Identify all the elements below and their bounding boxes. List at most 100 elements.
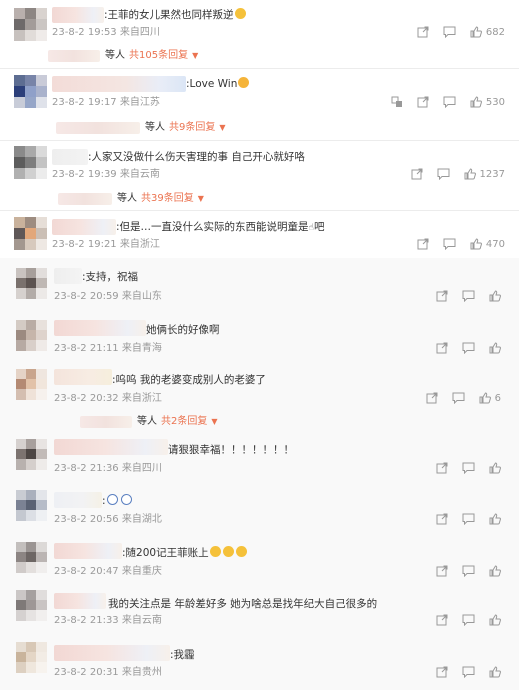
view-replies-link[interactable]: 共9条回复	[169, 121, 215, 135]
share-button[interactable]	[411, 168, 423, 180]
username-blurred[interactable]	[54, 268, 82, 284]
dropdown-caret-icon: ▼	[211, 417, 218, 426]
like-icon	[489, 565, 501, 577]
username-blurred[interactable]	[54, 320, 146, 336]
share-icon	[436, 614, 448, 626]
face-emoji-icon	[120, 494, 132, 505]
comment-button[interactable]	[462, 290, 475, 302]
share-button[interactable]	[436, 565, 448, 577]
comment-button[interactable]	[462, 565, 475, 577]
reply-summary: 等人 共9条回复 ▼	[56, 121, 226, 135]
divider	[0, 210, 519, 211]
face-emoji-icon	[106, 494, 118, 505]
share-button[interactable]	[436, 614, 448, 626]
avatar[interactable]	[16, 268, 47, 299]
comment-meta: 23-8-2 19:21 来自浙江	[52, 239, 160, 250]
share-icon	[436, 290, 448, 302]
comment-button[interactable]	[462, 614, 475, 626]
like-icon	[489, 290, 501, 302]
comment-button[interactable]	[462, 342, 475, 354]
like-button[interactable]: 1237	[464, 168, 505, 180]
comment-text: :人家又没做什么伤天害理的事 自己开心就好咯	[88, 151, 305, 163]
avatar[interactable]	[14, 75, 47, 108]
like-button[interactable]	[489, 462, 501, 474]
like-count: 530	[485, 96, 505, 108]
comment-meta: 23-8-2 19:17 来自江苏	[52, 97, 160, 108]
translate-button[interactable]	[391, 96, 403, 108]
username-blurred[interactable]	[52, 219, 116, 235]
comment-icon	[443, 238, 456, 250]
avatar[interactable]	[14, 217, 47, 250]
comment-button[interactable]	[443, 96, 456, 108]
username-blurred[interactable]	[54, 369, 112, 385]
comment-meta: 23-8-2 20:47 来自重庆	[54, 566, 162, 577]
avatar[interactable]	[16, 490, 47, 521]
comment-icon	[462, 614, 475, 626]
like-button[interactable]	[489, 565, 501, 577]
avatar[interactable]	[16, 542, 47, 573]
cry-emoji-icon	[209, 546, 221, 557]
comment-button[interactable]	[443, 26, 456, 38]
comment-icon	[462, 513, 475, 525]
avatar[interactable]	[16, 439, 47, 470]
share-icon	[436, 462, 448, 474]
username-blurred[interactable]	[54, 645, 170, 661]
share-icon	[417, 26, 429, 38]
comment-button[interactable]	[437, 168, 450, 180]
like-button[interactable]	[489, 614, 501, 626]
share-button[interactable]	[417, 26, 429, 38]
dropdown-caret-icon: ▼	[219, 123, 226, 132]
username-blurred[interactable]	[54, 439, 168, 455]
username-blurred[interactable]	[54, 593, 106, 609]
view-replies-link[interactable]: 共105条回复	[129, 49, 188, 63]
comment-meta: 23-8-2 19:53 来自四川	[52, 27, 160, 38]
comment-button[interactable]	[452, 392, 465, 404]
avatar[interactable]	[16, 642, 47, 673]
comment-button[interactable]	[443, 238, 456, 250]
comment-button[interactable]	[462, 513, 475, 525]
comment-button[interactable]	[462, 666, 475, 678]
comment-meta: 23-8-2 20:32 来自浙江	[54, 393, 162, 404]
comment-text: :我霾	[170, 649, 195, 661]
share-button[interactable]	[417, 238, 429, 250]
like-icon	[489, 462, 501, 474]
comment-text: :随200记王菲账上	[122, 545, 247, 561]
avatar[interactable]	[16, 369, 47, 400]
view-replies-link[interactable]: 共2条回复	[161, 415, 207, 429]
share-button[interactable]	[436, 513, 448, 525]
username-blurred[interactable]	[52, 7, 104, 23]
share-button[interactable]	[417, 96, 429, 108]
view-replies-link[interactable]: 共39条回复	[141, 192, 194, 206]
like-button[interactable]: 6	[479, 392, 501, 404]
comment-actions	[422, 614, 501, 626]
username-blurred[interactable]	[52, 149, 88, 165]
share-icon	[436, 565, 448, 577]
username-blurred[interactable]	[54, 543, 122, 559]
avatar[interactable]	[14, 146, 47, 179]
share-button[interactable]	[436, 342, 448, 354]
like-button[interactable]: 682	[470, 26, 505, 38]
like-button[interactable]	[489, 666, 501, 678]
avatar[interactable]	[16, 320, 47, 351]
grin-emoji-icon	[234, 8, 246, 19]
username-blurred[interactable]	[54, 492, 102, 508]
like-button[interactable]: 470	[470, 238, 505, 250]
username-blurred[interactable]	[52, 76, 186, 92]
share-button[interactable]	[436, 666, 448, 678]
comment-button[interactable]	[462, 462, 475, 474]
like-icon	[470, 26, 482, 38]
avatar[interactable]	[16, 590, 47, 621]
like-button[interactable]	[489, 513, 501, 525]
share-button[interactable]	[436, 462, 448, 474]
comment-actions: 1237	[397, 168, 505, 180]
like-button[interactable]	[489, 290, 501, 302]
comment-actions	[422, 462, 501, 474]
like-button[interactable]: 530	[470, 96, 505, 108]
share-icon	[436, 666, 448, 678]
like-button[interactable]	[489, 342, 501, 354]
avatar[interactable]	[14, 8, 47, 41]
dropdown-caret-icon: ▼	[192, 51, 199, 60]
share-button[interactable]	[436, 290, 448, 302]
like-icon	[489, 614, 501, 626]
share-button[interactable]	[426, 392, 438, 404]
